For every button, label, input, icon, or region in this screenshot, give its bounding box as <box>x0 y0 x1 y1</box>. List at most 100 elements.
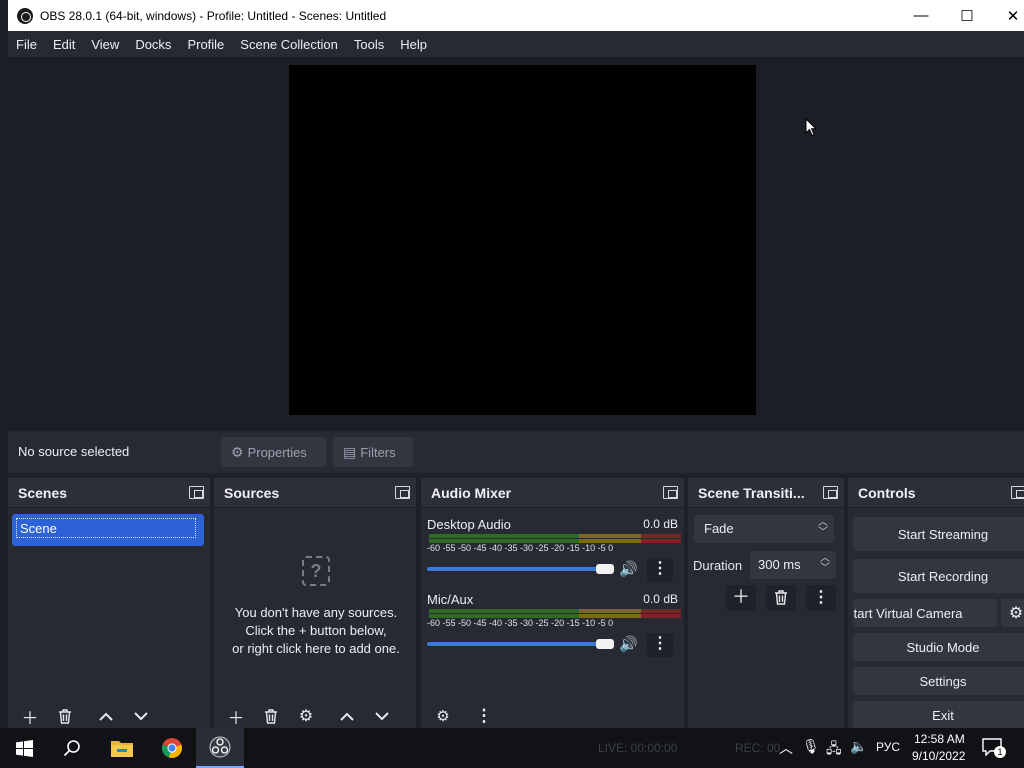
clock-date[interactable]: 9/10/2022 <box>912 749 965 763</box>
speaker-icon[interactable]: 🔊 <box>619 560 638 578</box>
windows-start-icon[interactable] <box>0 728 48 768</box>
start-virtual-camera-label: Start Virtual Camera <box>853 605 963 621</box>
channel-db: 0.0 dB <box>643 517 678 531</box>
menu-edit[interactable]: Edit <box>53 37 75 52</box>
context-bar: No source selected ⚙ Properties ▤ Filter… <box>8 431 1024 473</box>
scenes-toolbar: ＋ <box>8 704 210 728</box>
meter-ticks: -60 -55 -50 -45 -40 -35 -30 -25 -20 -15 … <box>427 543 614 553</box>
scene-list-item-selected[interactable]: Scene <box>12 514 204 546</box>
duration-spinbox[interactable]: 300 ms ︿ ﹀ <box>750 551 836 579</box>
empty-line-2: Click the + button below, <box>245 623 387 638</box>
remove-transition-icon[interactable] <box>766 585 796 611</box>
menu-docks[interactable]: Docks <box>135 37 171 52</box>
scenes-dock-header: Scenes <box>8 478 210 508</box>
channel-menu-icon[interactable]: ⋮ <box>647 633 673 657</box>
filters-button[interactable]: ▤ Filters <box>333 437 413 467</box>
sources-dock-header: Sources <box>214 478 416 508</box>
selection-status: No source selected <box>18 444 130 459</box>
channel-menu-icon[interactable]: ⋮ <box>647 558 673 582</box>
microphone-icon[interactable]: 🎙 <box>802 738 820 755</box>
duration-value: 300 ms <box>758 557 801 572</box>
move-source-down-icon[interactable] <box>368 704 396 728</box>
empty-line-1: You don't have any sources. <box>234 605 398 620</box>
taskbar: LIVE: 00:00:00 REC: 00 ︿ 🎙 🖧 🔈 РУС 12:58… <box>0 728 1024 768</box>
mixer-menu-icon[interactable]: ⋮ <box>470 704 498 728</box>
speaker-icon[interactable]: 🔊 <box>619 635 638 653</box>
move-scene-up-icon[interactable] <box>92 704 120 728</box>
undock-icon[interactable] <box>395 486 410 499</box>
undock-icon[interactable] <box>189 486 204 499</box>
audio-mixer-title: Audio Mixer <box>431 485 512 501</box>
settings-button[interactable]: Settings <box>853 667 1024 695</box>
add-source-icon[interactable]: ＋ <box>222 704 250 728</box>
minimize-button[interactable]: — <box>898 0 944 31</box>
menu-view[interactable]: View <box>91 37 119 52</box>
volume-slider[interactable] <box>427 567 607 571</box>
spin-arrows-icon[interactable]: ︿ ﹀ <box>820 554 830 574</box>
add-transition-icon[interactable]: ＋ <box>726 585 756 611</box>
menu-scene-collection[interactable]: Scene Collection <box>240 37 338 52</box>
chevron-updown-icon: ︿ ﹀ <box>818 517 828 538</box>
mouse-cursor-icon <box>805 117 818 140</box>
scene-item[interactable]: Scene <box>16 518 196 538</box>
menu-help[interactable]: Help <box>400 37 427 52</box>
clock-time[interactable]: 12:58 AM <box>914 732 965 746</box>
undock-icon[interactable] <box>823 486 838 499</box>
virtual-camera-settings-icon[interactable]: ⚙ <box>1001 599 1024 627</box>
search-icon[interactable] <box>48 728 96 768</box>
undock-icon[interactable] <box>1011 486 1024 499</box>
maximize-button[interactable]: ☐ <box>944 0 990 31</box>
menu-bar: File Edit View Docks Profile Scene Colle… <box>8 31 1024 57</box>
studio-mode-button[interactable]: Studio Mode <box>853 633 1024 661</box>
transition-select[interactable]: Fade ︿ ﹀ <box>694 515 834 543</box>
file-explorer-icon[interactable] <box>98 728 146 768</box>
volume-slider-handle[interactable] <box>596 639 614 649</box>
empty-line-3: or right click here to add one. <box>232 641 400 656</box>
channel-name: Desktop Audio <box>427 517 511 532</box>
menu-tools[interactable]: Tools <box>354 37 384 52</box>
preview-canvas[interactable] <box>289 65 756 415</box>
move-source-up-icon[interactable] <box>333 704 361 728</box>
channel-name: Mic/Aux <box>427 592 474 607</box>
scene-transitions-title: Scene Transiti... <box>698 485 805 501</box>
scene-transitions-header: Scene Transiti... <box>688 478 844 508</box>
menu-file[interactable]: File <box>16 37 37 52</box>
duration-label: Duration <box>693 558 743 573</box>
chrome-icon[interactable] <box>148 728 196 768</box>
sources-empty-message: You don't have any sources. Click the + … <box>214 604 418 658</box>
volume-slider-handle[interactable] <box>596 564 614 574</box>
volume-slider[interactable] <box>427 642 607 646</box>
title-bar: OBS 28.0.1 (64-bit, windows) - Profile: … <box>8 0 1024 31</box>
chevron-up-icon[interactable]: ︿ <box>779 738 793 758</box>
controls-header: Controls <box>848 478 1024 508</box>
obs-taskbar-icon[interactable] <box>196 728 244 768</box>
notification-count: 1 <box>994 746 1006 758</box>
start-recording-button[interactable]: Start Recording <box>853 559 1024 593</box>
transition-selected: Fade <box>704 521 734 536</box>
volume-icon[interactable]: 🔈 <box>850 738 867 755</box>
add-scene-icon[interactable]: ＋ <box>16 704 44 728</box>
close-button[interactable]: ✕ <box>990 0 1024 31</box>
properties-button[interactable]: ⚙ Properties <box>221 437 326 467</box>
undock-icon[interactable] <box>663 486 678 499</box>
menu-profile[interactable]: Profile <box>187 37 224 52</box>
transition-menu-icon[interactable]: ⋮ <box>806 585 836 611</box>
sources-dock[interactable]: Sources ? You don't have any sources. Cl… <box>214 478 416 728</box>
remove-source-icon[interactable] <box>257 704 285 728</box>
audio-mixer-header: Audio Mixer <box>421 478 684 508</box>
advanced-audio-icon[interactable]: ⚙ <box>429 704 457 728</box>
move-scene-down-icon[interactable] <box>127 704 155 728</box>
source-properties-icon[interactable]: ⚙ <box>292 704 320 728</box>
start-virtual-camera-button[interactable]: Start Virtual Camera <box>853 599 997 627</box>
scenes-title: Scenes <box>18 485 68 501</box>
exit-button[interactable]: Exit <box>853 701 1024 728</box>
audio-mixer-toolbar: ⚙ ⋮ <box>421 704 684 728</box>
start-streaming-button[interactable]: Start Streaming <box>853 517 1024 551</box>
notification-icon[interactable]: 1 <box>982 738 1006 758</box>
meter-ticks: -60 -55 -50 -45 -40 -35 -30 -25 -20 -15 … <box>427 618 614 628</box>
keyboard-language[interactable]: РУС <box>876 740 900 754</box>
controls-dock: Controls Start Streaming Start Recording… <box>848 478 1024 728</box>
network-icon[interactable]: 🖧 <box>826 738 842 762</box>
remove-scene-icon[interactable] <box>51 704 79 728</box>
obs-logo-icon <box>17 7 33 24</box>
